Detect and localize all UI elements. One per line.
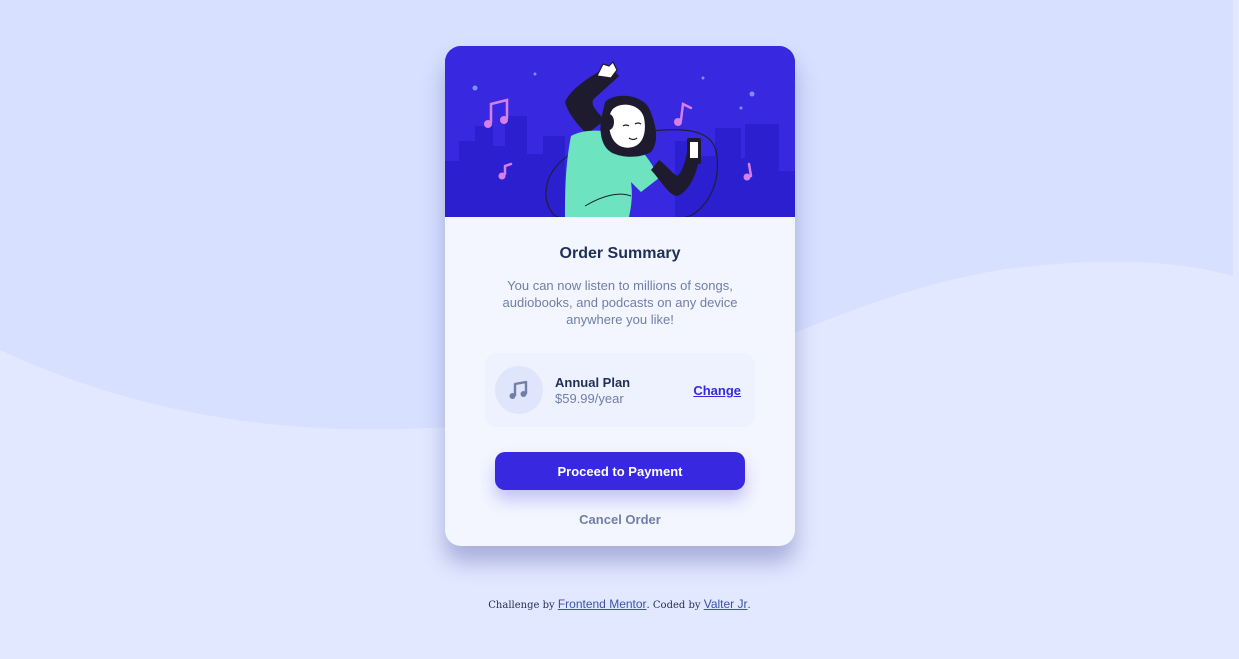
change-plan-link[interactable]: Change bbox=[693, 383, 741, 398]
order-summary-title: Order Summary bbox=[559, 245, 681, 262]
frontend-mentor-link[interactable]: Frontend Mentor bbox=[558, 597, 647, 611]
proceed-to-payment-button[interactable]: Proceed to Payment bbox=[495, 452, 745, 490]
attribution-suffix: . bbox=[747, 600, 751, 611]
plan-price: $59.99/year bbox=[555, 391, 624, 406]
order-description: You can now listen to millions of songs,… bbox=[502, 278, 738, 327]
order-summary-card: Order Summary You can now listen to mill… bbox=[445, 46, 795, 546]
plan-name: Annual Plan bbox=[555, 375, 631, 390]
attribution: Challenge by Frontend Mentor. Coded by V… bbox=[0, 597, 1239, 611]
hero-illustration bbox=[445, 46, 795, 217]
person-dancing-with-headphones-illustration bbox=[445, 46, 795, 217]
right-edge-strip bbox=[1233, 0, 1239, 659]
plan-summary: Annual Plan $59.99/year Change bbox=[485, 353, 755, 427]
cancel-order-button[interactable]: Cancel Order bbox=[495, 509, 745, 529]
music-note-icon bbox=[509, 380, 528, 399]
attribution-prefix: Challenge by bbox=[488, 600, 558, 611]
attribution-middle: . Coded by bbox=[646, 600, 704, 611]
plan-icon-circle bbox=[495, 366, 543, 414]
author-link[interactable]: Valter Jr bbox=[704, 597, 748, 611]
